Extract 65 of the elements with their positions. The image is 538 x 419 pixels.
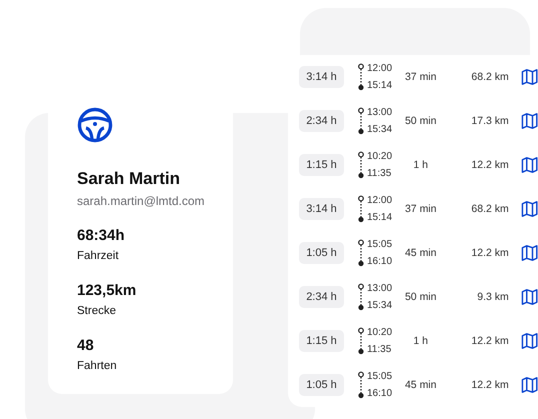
- distance-text: 12.2 km: [470, 159, 509, 171]
- distance-text: 12.2 km: [470, 379, 509, 391]
- map-icon[interactable]: [520, 288, 538, 306]
- route-timeline-icon: [358, 63, 364, 91]
- end-time: 16:10: [366, 388, 392, 399]
- duration-badge: 2:34 h: [299, 286, 344, 308]
- route-timeline-icon: [358, 371, 364, 399]
- route-timeline-icon: [358, 151, 364, 179]
- start-time: 13:00: [366, 283, 392, 294]
- end-time: 15:14: [366, 80, 392, 91]
- map-icon[interactable]: [520, 244, 538, 262]
- stat-value: 68:34h: [77, 227, 125, 245]
- email-address: sarah.martin@lmtd.com: [77, 194, 205, 208]
- stat-label: Fahrten: [77, 359, 117, 373]
- duration-badge: 1:05 h: [299, 242, 344, 264]
- stat-label: Fahrzeit: [77, 249, 120, 263]
- distance-text: 9.3 km: [476, 291, 509, 303]
- map-icon[interactable]: [520, 156, 538, 174]
- table-cell-text: 50 min: [404, 115, 438, 127]
- distance-text: 68.2 km: [470, 71, 509, 83]
- end-time: 16:10: [366, 256, 392, 267]
- map-icon[interactable]: [520, 200, 538, 218]
- duration-badge: 1:05 h: [299, 374, 344, 396]
- distance-text: 68.2 km: [470, 203, 509, 215]
- route-timeline-icon: [358, 239, 364, 267]
- route-timeline-icon: [358, 107, 364, 135]
- map-icon[interactable]: [520, 376, 538, 394]
- end-time: 11:35: [366, 344, 392, 355]
- start-time: 12:00: [366, 195, 392, 206]
- start-time: 15:05: [366, 371, 392, 382]
- end-time: 11:35: [366, 168, 392, 179]
- table-cell-text: 45 min: [404, 247, 438, 259]
- route-timeline-icon: [358, 283, 364, 311]
- route-timeline-icon: [358, 195, 364, 223]
- distance-text: 17.3 km: [470, 115, 509, 127]
- duration-badge: 1:15 h: [299, 330, 344, 352]
- stat-value: 123,5km: [77, 282, 136, 300]
- distance-text: 12.2 km: [470, 247, 509, 259]
- table-cell-text: 37 min: [404, 203, 438, 215]
- table-cell-text: 1 h: [412, 159, 430, 171]
- end-time: 15:34: [366, 300, 392, 311]
- start-time: 10:20: [366, 151, 392, 162]
- start-time: 13:00: [366, 107, 392, 118]
- end-time: 15:14: [366, 212, 392, 223]
- stat-value: 48: [77, 337, 95, 355]
- map-icon[interactable]: [520, 68, 538, 86]
- start-time: 12:00: [366, 63, 392, 74]
- duration-badge: 1:15 h: [299, 154, 344, 176]
- table-cell-text: 50 min: [404, 291, 438, 303]
- stat-label: Strecke: [77, 304, 117, 318]
- distance-text: 12.2 km: [470, 335, 509, 347]
- table-cell-text: 1 h: [412, 335, 430, 347]
- duration-badge: 3:14 h: [299, 66, 344, 88]
- end-time: 15:34: [366, 124, 392, 135]
- table-cell-text: 45 min: [404, 379, 438, 391]
- duration-badge: 3:14 h: [299, 198, 344, 220]
- route-timeline-icon: [358, 327, 364, 355]
- start-time: 15:05: [366, 239, 392, 250]
- map-icon[interactable]: [520, 332, 538, 350]
- map-icon[interactable]: [520, 112, 538, 130]
- table-cell-text: 37 min: [404, 71, 438, 83]
- person-name: Sarah Martin: [77, 169, 180, 189]
- steering-wheel-icon: [77, 107, 113, 143]
- start-time: 10:20: [366, 327, 392, 338]
- duration-badge: 2:34 h: [299, 110, 344, 132]
